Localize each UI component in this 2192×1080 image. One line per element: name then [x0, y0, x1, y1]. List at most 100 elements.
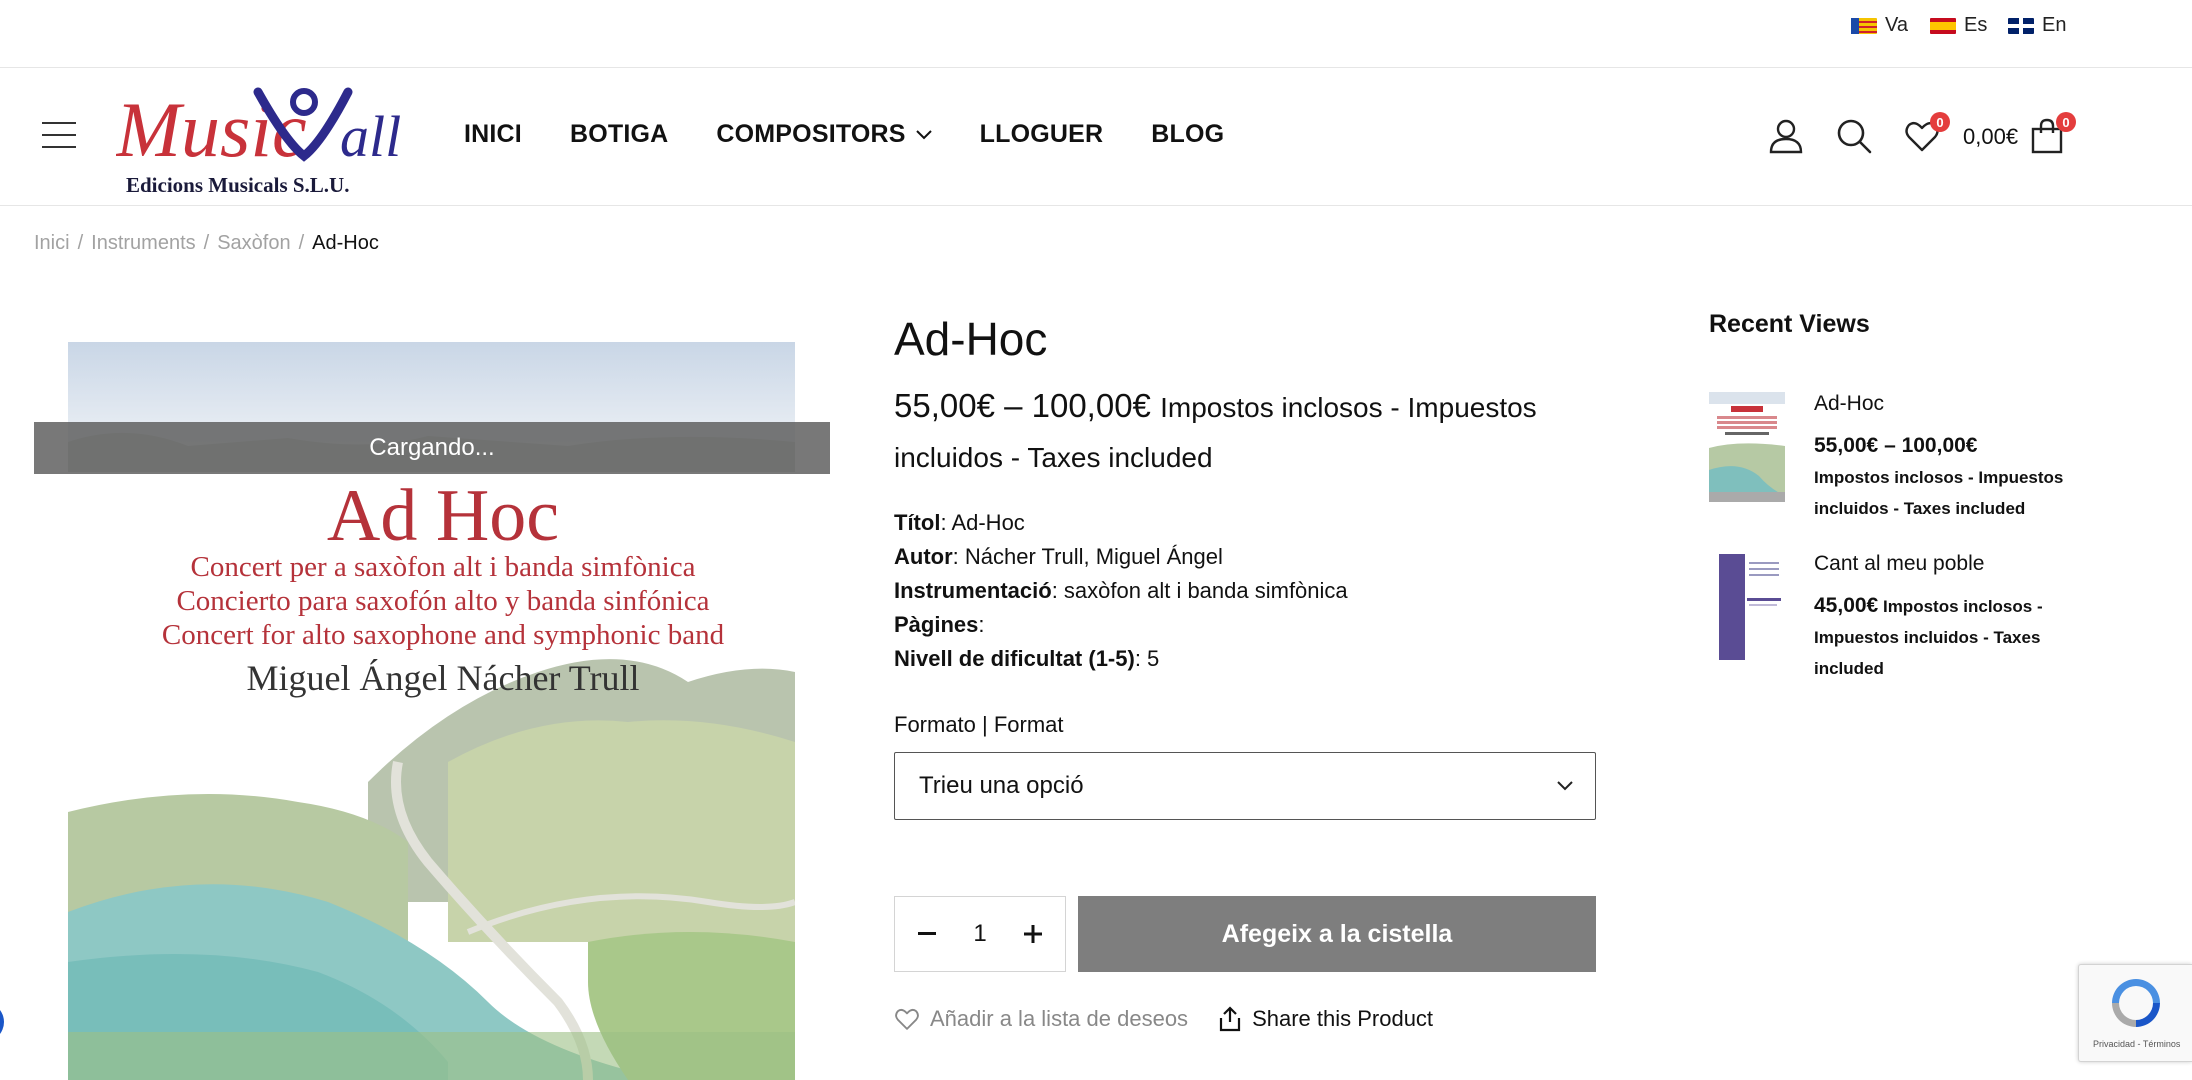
nav-label: COMPOSITORS	[716, 120, 906, 148]
share-icon	[1219, 1006, 1241, 1032]
attribute-value: : saxòfon alt i banda simfònica	[1051, 578, 1348, 603]
recent-view-price: 45,00€ Impostos inclosos - Impuestos inc…	[1814, 590, 2074, 684]
attribute-value: : Ad-Hoc	[940, 510, 1025, 535]
attribute-value: :	[978, 612, 985, 637]
cover-title: Ad Hoc	[327, 475, 559, 557]
nav-item-blog[interactable]: BLOG	[1151, 120, 1224, 149]
wishlist-label: Añadir a la lista de deseos	[930, 1006, 1189, 1031]
share-product-link[interactable]: Share this Product	[1218, 1006, 1433, 1032]
product-summary: Ad-Hoc 55,00€ – 100,00€ Impostos incloso…	[894, 302, 1598, 1032]
site-logo[interactable]: Music all Edicions Musicals S.L.U.	[116, 68, 406, 198]
nav-label: BOTIGA	[569, 120, 669, 148]
attribute-label: Títol	[894, 510, 941, 535]
add-to-cart-row: 1 Afegeix a la cistella	[894, 896, 1598, 972]
logo-tagline: Edicions Musicals S.L.U.	[126, 173, 349, 197]
attribute-value: : Nácher Trull, Miguel Ángel	[952, 544, 1223, 569]
language-va[interactable]: Va	[1851, 14, 1908, 37]
quantity-decrease-button[interactable]	[913, 920, 941, 948]
loading-overlay: Cargando...	[34, 422, 830, 474]
recaptcha-badge[interactable]: Privacidad - Términos	[2078, 964, 2192, 1062]
attribute-label: Instrumentació	[894, 578, 1052, 603]
breadcrumb-link-saxofon[interactable]: Saxòfon	[217, 232, 290, 255]
product-title: Ad-Hoc	[894, 313, 1048, 365]
language-label: En	[2042, 14, 2067, 36]
language-label: Es	[1964, 14, 1988, 36]
language-label: Va	[1885, 14, 1908, 36]
product-gallery[interactable]: Ad Hoc Concert per a saxòfon alt i banda…	[34, 302, 830, 1080]
menu-icon[interactable]	[42, 122, 76, 150]
recaptcha-links[interactable]: Privacidad - Términos	[2093, 1039, 2180, 1049]
recent-view-details: Cant al meu poble 45,00€ Impostos inclos…	[1814, 552, 2074, 684]
account-icon[interactable]	[1768, 118, 1804, 154]
share-label: Share this Product	[1252, 1006, 1434, 1031]
recent-view-price: 55,00€ – 100,00€ Impostos inclosos - Imp…	[1814, 430, 2074, 524]
recent-view-tax: Impostos inclosos - Impuestos incluidos …	[1814, 468, 2064, 518]
attribute-row: Instrumentació: saxòfon alt i banda simf…	[894, 574, 1598, 608]
add-to-cart-button[interactable]: Afegeix a la cistella	[1078, 896, 1596, 972]
chevron-down-icon	[1557, 781, 1573, 791]
breadcrumb-separator: /	[203, 232, 210, 254]
recent-view-details: Ad-Hoc 55,00€ – 100,00€ Impostos incloso…	[1814, 392, 2074, 524]
nav-item-botiga[interactable]: BOTIGA	[570, 120, 668, 149]
attribute-label: Pàgines	[894, 612, 979, 637]
recent-view-thumbnail[interactable]	[1709, 392, 1785, 502]
language-bar: Va Es En	[0, 0, 2192, 68]
cart-count-badge: 0	[2056, 112, 2076, 132]
product-price: 55,00€ – 100,00€ Impostos inclosos - Imp…	[894, 382, 1598, 482]
recent-view-name[interactable]: Ad-Hoc	[1814, 392, 2074, 416]
breadcrumb-current: Ad-Hoc	[312, 232, 379, 254]
language-es[interactable]: Es	[1930, 14, 1987, 37]
cover-subtitle-en: Concert for alto saxophone and symphonic…	[162, 619, 725, 651]
nav-label: LLOGUER	[979, 120, 1104, 148]
product-actions: Añadir a la lista de deseos Share this P…	[894, 1006, 1598, 1032]
main-nav: INICI BOTIGA COMPOSITORS LLOGUER BLOG	[464, 120, 1224, 149]
breadcrumb: Inici / Instruments / Saxòfon / Ad-Hoc	[34, 232, 379, 255]
heart-icon	[895, 1008, 919, 1030]
recent-views-widget: Recent Views Ad-Hoc 55,00€ – 100,00€ Imp…	[1709, 310, 2089, 678]
cart-button[interactable]: 0	[2030, 112, 2076, 154]
site-header: Music all Edicions Musicals S.L.U. INICI…	[0, 68, 2192, 206]
language-en[interactable]: En	[2008, 14, 2066, 37]
nav-label: BLOG	[1151, 120, 1225, 148]
format-select-value: Trieu una opció	[919, 772, 1084, 799]
recaptcha-icon	[2112, 979, 2160, 1027]
variation-label: Formato | Format	[894, 712, 1064, 737]
recent-views-title: Recent Views	[1709, 310, 1870, 338]
nav-label: INICI	[464, 120, 522, 148]
quantity-increase-button[interactable]	[1019, 920, 1047, 948]
add-to-wishlist-link[interactable]: Añadir a la lista de deseos	[894, 1006, 1188, 1032]
recent-view-price-value: 45,00€	[1814, 594, 1879, 617]
chevron-down-icon	[915, 129, 932, 139]
attribute-row: Pàgines:	[894, 608, 1598, 642]
quantity-input[interactable]: 1	[973, 920, 986, 948]
wishlist-count-badge: 0	[1930, 112, 1950, 132]
breadcrumb-link-instruments[interactable]: Instruments	[91, 232, 195, 255]
breadcrumb-link-inici[interactable]: Inici	[34, 232, 70, 255]
format-select[interactable]: Trieu una opció	[894, 752, 1596, 820]
chat-bubble-icon[interactable]	[0, 1002, 4, 1042]
product-attributes: Títol: Ad-Hoc Autor: Nácher Trull, Migue…	[894, 506, 1598, 676]
wishlist-header-button[interactable]: 0	[1904, 112, 1950, 154]
nav-item-compositors[interactable]: COMPOSITORS	[716, 120, 932, 149]
attribute-label: Nivell de dificultat (1-5)	[894, 646, 1135, 671]
recent-view-name[interactable]: Cant al meu poble	[1814, 552, 2074, 576]
price-range: 55,00€ – 100,00€	[894, 387, 1151, 424]
logo-word-all: all	[340, 104, 401, 169]
plus-icon	[1023, 925, 1042, 943]
cover-author: Miguel Ángel Nácher Trull	[247, 658, 640, 698]
search-icon[interactable]	[1836, 118, 1872, 154]
attribute-value: : 5	[1134, 646, 1160, 671]
recent-view-thumbnail[interactable]	[1709, 552, 1785, 662]
spanish-flag-icon	[1930, 17, 1956, 34]
nav-item-lloguer[interactable]: LLOGUER	[980, 120, 1104, 149]
valencian-flag-icon	[1851, 17, 1877, 34]
nav-item-inici[interactable]: INICI	[464, 120, 522, 149]
minus-icon	[918, 932, 936, 935]
breadcrumb-separator: /	[298, 232, 305, 254]
attribute-row: Nivell de dificultat (1-5): 5	[894, 642, 1598, 676]
attribute-row: Autor: Nácher Trull, Miguel Ángel	[894, 540, 1598, 574]
quantity-stepper: 1	[894, 896, 1066, 972]
cart-total[interactable]: 0,00€	[1963, 124, 2018, 150]
cover-subtitle-es: Concierto para saxofón alto y banda sinf…	[176, 585, 709, 617]
breadcrumb-separator: /	[77, 232, 84, 254]
